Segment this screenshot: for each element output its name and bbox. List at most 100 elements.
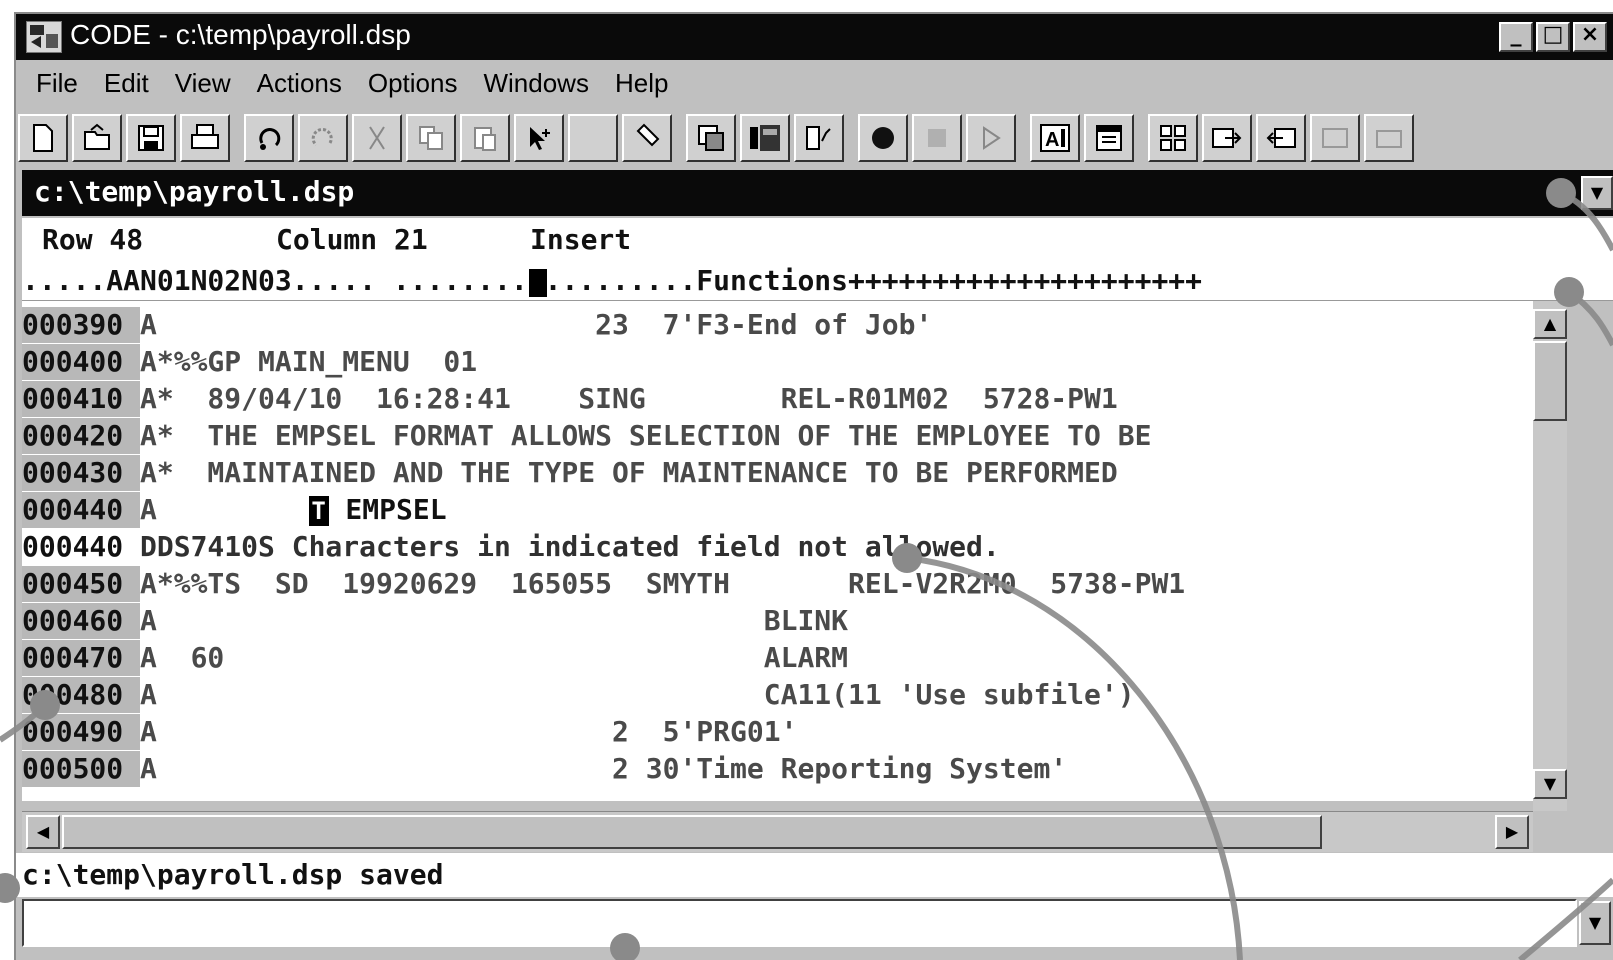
scroll-right-arrow-icon[interactable]: ▶ [1495,815,1529,849]
status-message: c:\temp\payroll.dsp saved [22,858,444,891]
paste-icon[interactable] [460,114,510,162]
play-icon[interactable] [966,114,1016,162]
source-line[interactable]: 000440 A T EMPSEL [22,492,1533,528]
window-title: CODE - c:\temp\payroll.dsp [70,19,411,50]
title-bar[interactable]: CODE - c:\temp\payroll.dsp _ □ × [16,14,1613,60]
line-text: A 23 7'F3-End of Job' [140,308,933,341]
menu-actions[interactable]: Actions [257,68,342,99]
path-dropdown-button[interactable]: ▼ [1581,176,1613,210]
mode-indicator: Insert [530,223,632,256]
line-text: A 2 30'Time Reporting System' [140,752,1068,785]
sequence-number: 000490 [22,714,140,750]
sequence-number: 000420 [22,418,140,454]
prompt-icon[interactable] [740,114,790,162]
sequence-number: 000470 [22,640,140,676]
minimize-button[interactable]: _ [1499,22,1533,52]
app-icon[interactable] [26,21,62,53]
select-arrow-icon[interactable] [514,114,564,162]
save-icon[interactable] [126,114,176,162]
disabled-tool-2-icon[interactable] [1364,114,1414,162]
import-icon[interactable] [1256,114,1306,162]
close-button[interactable]: × [1573,22,1607,52]
line-text: A* THE EMPSEL FORMAT ALLOWS SELECTION OF… [140,419,1152,452]
sequence-number: 000440 [22,492,140,528]
copy-icon[interactable] [406,114,456,162]
row-indicator: Row 48 [42,223,144,256]
command-dropdown-button[interactable]: ▼ [1579,901,1611,945]
sequence-number: 000440 [22,530,124,563]
message-line: c:\temp\payroll.dsp saved [16,853,1613,897]
source-line[interactable]: 000480 A CA11(11 'Use subfile') [22,677,1533,713]
line-text: A*%%TS SD 19920629 165055 SMYTH REL-V2R2… [140,567,1186,600]
source-line[interactable]: 000400 A*%%GP MAIN_MENU 01 [22,344,1533,380]
source-line[interactable]: 000390 A 23 7'F3-End of Job' [22,307,1533,343]
export-icon[interactable] [1202,114,1252,162]
ruler-cursor [529,269,547,297]
source-line[interactable]: 000490 A 2 5'PRG01' [22,714,1533,750]
position-status: Row 48 Column 21 Insert [22,218,1613,262]
sequence-number: 000410 [22,381,140,417]
undo-icon[interactable] [244,114,294,162]
sequence-number: 000450 [22,566,140,602]
text-cursor: T [308,496,329,526]
sequence-number: 000400 [22,344,140,380]
font-icon[interactable]: A [1030,114,1080,162]
blank-icon[interactable] [568,114,618,162]
redo-icon[interactable] [298,114,348,162]
disabled-tool-icon[interactable] [1310,114,1360,162]
menu-edit[interactable]: Edit [104,68,149,99]
window-list-icon[interactable] [686,114,736,162]
error-line[interactable]: 000440 DDS7410S Characters in indicated … [22,529,1533,565]
menu-file[interactable]: File [36,68,78,99]
print-icon[interactable] [180,114,230,162]
scroll-up-arrow-icon[interactable]: ▲ [1533,309,1567,339]
scroll-down-arrow-icon[interactable]: ▼ [1533,769,1567,799]
stop-icon[interactable] [912,114,962,162]
vertical-scrollbar[interactable]: ▲ ▼ [1533,301,1567,811]
sequence-number: 000500 [22,751,140,787]
source-line[interactable]: 000460 A BLINK [22,603,1533,639]
source-line[interactable]: 000410 A* 89/04/10 16:28:41 SING REL-R01… [22,381,1533,417]
highlighter-icon[interactable] [622,114,672,162]
menu-help[interactable]: Help [615,68,668,99]
horizontal-scroll-thumb[interactable] [62,815,1322,849]
line-text: A T EMPSEL [140,492,447,528]
tile-icon[interactable] [1148,114,1198,162]
source-line[interactable]: 000430 A* MAINTAINED AND THE TYPE OF MAI… [22,455,1533,491]
toolbar: A [18,110,1613,166]
format-ruler: .....AAN01N02N03..... ..................… [22,262,1613,301]
scroll-left-arrow-icon[interactable]: ◀ [26,815,60,849]
sequence-number: 000480 [22,677,140,713]
menu-windows[interactable]: Windows [483,68,588,99]
cut-icon[interactable] [352,114,402,162]
command-input[interactable] [22,899,1577,947]
line-text: A*%%GP MAIN_MENU 01 [140,345,478,378]
calendar-icon[interactable] [1084,114,1134,162]
vertical-scroll-thumb[interactable] [1533,341,1567,421]
menu-bar: File Edit View Actions Options Windows H… [16,60,1613,106]
line-text: A CA11(11 'Use subfile') [140,678,1135,711]
menu-view[interactable]: View [175,68,231,99]
sequence-number: 000430 [22,455,140,491]
source-line[interactable]: 000500 A 2 30'Time Reporting System' [22,751,1533,787]
ruler-text: .....AAN01N02N03..... ..................… [22,264,1203,297]
source-line[interactable]: 000450 A*%%TS SD 19920629 165055 SMYTH R… [22,566,1533,602]
line-text: A 60 ALARM [140,641,849,674]
source-editor[interactable]: 000390 A 23 7'F3-End of Job' 000400 A*%%… [22,301,1533,801]
maximize-button[interactable]: □ [1536,22,1570,52]
horizontal-scrollbar[interactable]: ◀ ▶ [22,811,1533,852]
line-text: A 2 5'PRG01' [140,715,798,748]
record-icon[interactable] [858,114,908,162]
svg-text:A: A [1045,129,1059,151]
verify-icon[interactable] [794,114,844,162]
new-file-icon[interactable] [18,114,68,162]
error-message: DDS7410S Characters in indicated field n… [140,530,1000,563]
open-file-icon[interactable] [72,114,122,162]
file-path-combo[interactable]: c:\temp\payroll.dsp ▼ [22,170,1613,216]
source-line[interactable]: 000420 A* THE EMPSEL FORMAT ALLOWS SELEC… [22,418,1533,454]
source-line[interactable]: 000470 A 60 ALARM [22,640,1533,676]
code-editor-window: CODE - c:\temp\payroll.dsp _ □ × File Ed… [14,12,1613,960]
column-indicator: Column 21 [276,223,428,256]
menu-options[interactable]: Options [368,68,458,99]
line-text: A* 89/04/10 16:28:41 SING REL-R01M02 572… [140,382,1118,415]
